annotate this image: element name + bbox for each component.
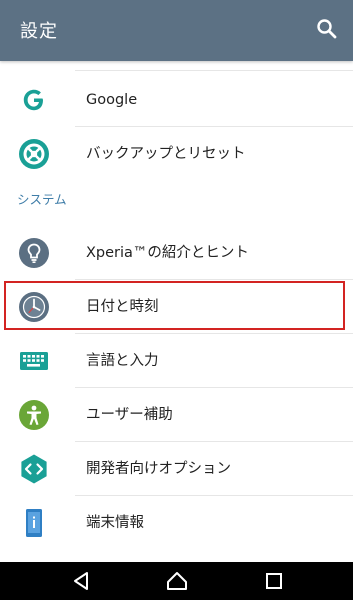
- keyboard-icon: [20, 352, 48, 370]
- navigation-bar: [0, 562, 353, 600]
- settings-item-language-input[interactable]: 言語と入力: [0, 334, 353, 388]
- settings-item-label: 開発者向けオプション: [86, 461, 231, 477]
- backup-reset-icon: [19, 139, 49, 169]
- settings-item-backup-reset[interactable]: バックアップとリセット: [0, 127, 353, 181]
- settings-item-label: 言語と入力: [86, 353, 159, 369]
- settings-item-label: 端末情報: [86, 515, 144, 531]
- device-info-icon: [26, 509, 42, 537]
- settings-item-google[interactable]: Google: [0, 73, 353, 127]
- app-bar: 設定: [0, 0, 353, 61]
- settings-item-label: バックアップとリセット: [86, 146, 246, 162]
- settings-item-device-info[interactable]: 端末情報: [0, 496, 353, 550]
- page-title: 設定: [20, 21, 58, 42]
- settings-item-label: Xperia™の紹介とヒント: [86, 245, 249, 261]
- settings-item-label: Google: [86, 92, 138, 108]
- back-icon[interactable]: [70, 569, 94, 593]
- settings-item-label: ユーザー補助: [86, 407, 173, 423]
- accessibility-icon: [19, 400, 49, 430]
- settings-item-developer-options[interactable]: 開発者向けオプション: [0, 442, 353, 496]
- search-icon[interactable]: [311, 13, 343, 45]
- section-header-system: システム: [17, 192, 67, 207]
- google-icon: [23, 89, 43, 111]
- developer-options-icon: [21, 454, 47, 484]
- home-icon[interactable]: [165, 569, 189, 593]
- settings-item-label: 日付と時刻: [86, 299, 159, 315]
- settings-item-xperia-tips[interactable]: Xperia™の紹介とヒント: [0, 226, 353, 280]
- settings-item-accessibility[interactable]: ユーザー補助: [0, 388, 353, 442]
- lightbulb-icon: [19, 238, 49, 268]
- clock-icon: [19, 292, 49, 322]
- settings-item-date-time[interactable]: 日付と時刻: [0, 280, 353, 334]
- settings-list: Google バックアップとリセット システム Xperia™の紹介とヒント 日…: [0, 61, 353, 562]
- list-divider: [75, 70, 353, 71]
- recents-icon[interactable]: [262, 569, 286, 593]
